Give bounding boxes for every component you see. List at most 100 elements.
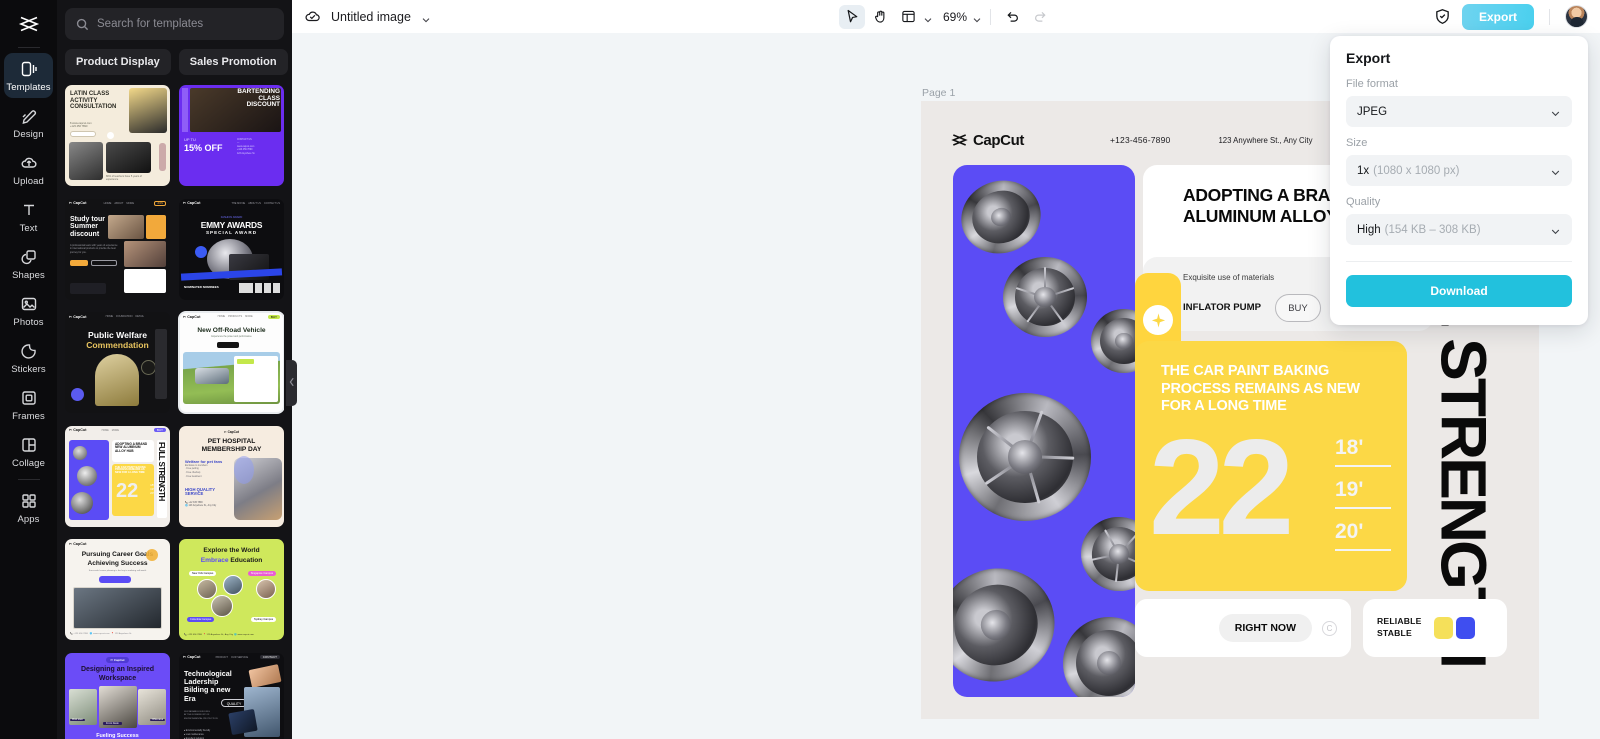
poster-yellow-panel: THE CAR PAINT BAKING PROCESS REMAINS AS … <box>1135 341 1407 591</box>
page-label: Page 1 <box>922 87 955 99</box>
sidebar-label: Collage <box>12 458 45 469</box>
template-card[interactable]: ✂ CapCutHOMEPRODUCTSMOREBUY New Off-Road… <box>179 312 284 413</box>
size-detail: (1080 x 1080 px) <box>1373 165 1459 177</box>
template-card[interactable]: ✂ CapCut Designing an Inspired Workspace… <box>65 653 170 739</box>
toolbar-divider-2 <box>1549 9 1550 25</box>
app-root: Templates Design Upload Text Shapes <box>0 0 1600 739</box>
user-avatar[interactable] <box>1565 5 1588 28</box>
capcut-logo-icon[interactable] <box>9 6 49 42</box>
wheel-rim <box>1063 617 1135 697</box>
top-toolbar: Untitled image 69% <box>292 0 1600 33</box>
chevron-down-icon <box>1550 224 1561 235</box>
sidebar-label: Text <box>20 223 38 234</box>
canvas-tools: 69% <box>839 5 1053 29</box>
stickers-icon <box>19 341 39 361</box>
template-card[interactable]: ✂ CapCutHOMEABOUTMOREJOIN Study tour Sum… <box>65 199 170 300</box>
layout-chevron-down-icon[interactable] <box>923 12 933 22</box>
template-card[interactable]: ✂ CapCutHOMEFOUNDATIONDETAIL Public Welf… <box>65 312 170 413</box>
year-item: 20' <box>1335 521 1391 543</box>
select-tool[interactable] <box>839 5 865 29</box>
chevron-down-icon <box>1550 165 1561 176</box>
export-button[interactable]: Export <box>1462 4 1534 30</box>
upload-cloud-icon <box>19 153 39 173</box>
poster-address: 123 Anywhere St., Any City <box>1218 136 1312 145</box>
template-card[interactable]: LATIN CLASS ACTIVITY CONSULTATION 8 www.… <box>65 85 170 186</box>
redo-button[interactable] <box>1027 5 1053 29</box>
layout-tool[interactable] <box>895 5 921 29</box>
search-icon <box>76 18 89 31</box>
sidebar-label: Photos <box>13 317 43 328</box>
search-input[interactable]: Search for templates <box>65 8 284 40</box>
zoom-level[interactable]: 69% <box>943 10 967 24</box>
wheel-rim <box>1074 510 1135 598</box>
swatch-blue <box>1456 617 1475 639</box>
sidebar-item-collage[interactable]: Collage <box>4 429 53 474</box>
quality-select[interactable]: High (154 KB – 308 KB) <box>1346 214 1572 245</box>
year-divider <box>1335 549 1391 551</box>
panel-collapse-handle[interactable] <box>286 360 297 406</box>
document-title[interactable]: Untitled image <box>331 10 411 24</box>
sidebar-item-frames[interactable]: Frames <box>4 382 53 427</box>
sparkle-icon <box>1143 305 1173 335</box>
sidebar-item-shapes[interactable]: Shapes <box>4 241 53 286</box>
template-card[interactable]: ✂ CapCutPRODUCTOUR SERVICECONTACT Techno… <box>179 653 284 739</box>
year-item: 19' <box>1335 479 1391 501</box>
rail-divider-2 <box>18 479 40 480</box>
year-divider <box>1335 465 1391 467</box>
shapes-icon <box>19 247 39 267</box>
size-select[interactable]: 1x (1080 x 1080 px) <box>1346 155 1572 186</box>
chevron-left-icon <box>289 374 295 392</box>
shield-check-icon[interactable] <box>1433 7 1453 27</box>
template-card[interactable]: ✂ CapCutTHE MOVIEABOUT USCONTACT US FASH… <box>179 199 284 300</box>
poster-year-list: 18' 19' 20' <box>1335 437 1391 563</box>
hand-tool[interactable] <box>867 5 893 29</box>
sidebar-item-text[interactable]: Text <box>4 194 53 239</box>
poster-wheel-panel <box>953 165 1135 697</box>
filter-chips: Product Display Sales Promotion <box>65 49 284 75</box>
template-card[interactable]: Explore the World Embrace Education New … <box>179 539 284 640</box>
download-button[interactable]: Download <box>1346 275 1572 307</box>
chip-sales-promotion[interactable]: Sales Promotion <box>179 49 288 75</box>
poster-yellow-headline: THE CAR PAINT BAKING PROCESS REMAINS AS … <box>1161 363 1373 416</box>
sidebar-item-design[interactable]: Design <box>4 100 53 145</box>
size-value: 1x <box>1357 165 1369 177</box>
file-format-value: JPEG <box>1357 106 1387 118</box>
rail-divider <box>18 47 40 48</box>
poster-reliable-card: RELIABLESTABLE <box>1363 599 1507 657</box>
poster-cta-card: RIGHT NOW C <box>1135 599 1351 657</box>
export-panel: Export File format JPEG Size 1x (1080 x … <box>1330 36 1588 325</box>
template-card[interactable]: BARTENDING CLASS DISCOUNT UP TU 15% OFF … <box>179 85 284 186</box>
quality-value: High <box>1357 224 1381 236</box>
buy-button[interactable]: BUY <box>1275 294 1321 322</box>
apps-grid-icon <box>19 491 39 511</box>
poster-subtitle: Exquisite use of materials <box>1183 273 1274 282</box>
color-swatches <box>1434 617 1475 639</box>
sidebar-label: Frames <box>12 411 45 422</box>
chevron-down-icon[interactable] <box>421 12 431 22</box>
export-panel-title: Export <box>1346 50 1572 66</box>
template-card[interactable]: ✂ CapCut PET HOSPITAL MEMBERSHIP DAY Wel… <box>179 426 284 527</box>
pump-label-left: INFLATOR PUMP <box>1183 302 1261 314</box>
wheel-rim <box>959 393 1091 521</box>
file-format-label: File format <box>1346 78 1572 90</box>
cloud-sync-icon[interactable] <box>304 8 321 25</box>
template-card[interactable]: ✂ CapCut Pursuing Career Goals Achieving… <box>65 539 170 640</box>
zoom-chevron-down-icon[interactable] <box>972 12 982 22</box>
file-format-select[interactable]: JPEG <box>1346 96 1572 127</box>
sidebar-item-upload[interactable]: Upload <box>4 147 53 192</box>
search-placeholder: Search for templates <box>97 18 203 30</box>
sidebar-item-templates[interactable]: Templates <box>4 53 53 98</box>
sidebar-item-apps[interactable]: Apps <box>4 485 53 530</box>
design-icon <box>19 106 39 126</box>
chip-product-display[interactable]: Product Display <box>65 49 171 75</box>
toolbar-right: Export <box>1433 4 1588 30</box>
wheel-rim <box>953 550 1073 697</box>
undo-button[interactable] <box>999 5 1025 29</box>
right-now-button[interactable]: RIGHT NOW <box>1219 614 1312 642</box>
sidebar-label: Stickers <box>11 364 46 375</box>
poster-brand-logo: CapCut <box>951 132 1024 149</box>
sidebar-item-stickers[interactable]: Stickers <box>4 335 53 380</box>
template-card[interactable]: ✂ CapCutHOMEMOREBUY ADOPTING A BRAND NEW… <box>65 426 170 527</box>
sidebar-item-photos[interactable]: Photos <box>4 288 53 333</box>
sidebar-label: Templates <box>6 82 50 93</box>
